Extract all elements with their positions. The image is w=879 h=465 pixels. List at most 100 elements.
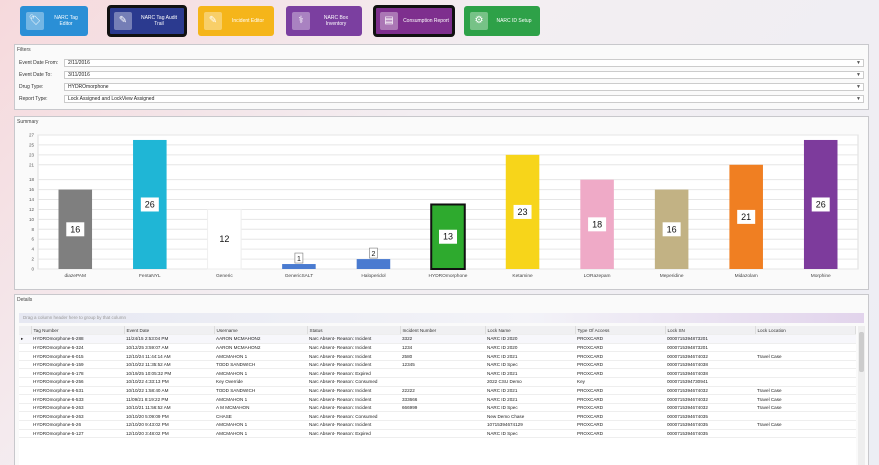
x-tick-label: Meperidine	[660, 273, 684, 279]
row-indicator	[19, 403, 31, 413]
table-cell: PROXCARD	[575, 420, 665, 430]
table-row[interactable]: HYDROmorphone-5-159 10/10/22 11:35:52 AM T…	[19, 360, 856, 370]
chevron-down-icon[interactable]: ▼	[856, 84, 861, 90]
scrollbar[interactable]	[858, 326, 865, 465]
narc-tag-audit-trail-button[interactable]: ✎ NARC Tag Audit Trail	[107, 5, 187, 37]
y-tick-label: 10	[29, 217, 35, 222]
incident-editor-button[interactable]: ✎ Incident Editor	[198, 6, 274, 36]
table-cell: HYDROmorphone-5-263	[31, 403, 124, 413]
consumption-report-button[interactable]: ▤ Consumption Report	[373, 5, 455, 37]
table-cell: PROXCARD	[575, 411, 665, 422]
column-header[interactable]: Username	[214, 326, 308, 336]
table-row[interactable]: HYDROmorphone-5-256 10/10/22 4:33:13 PM Ke…	[19, 377, 856, 387]
table-row[interactable]: HYDROmorphone-5-178 10/19/25 10:05:32 PM A…	[19, 368, 856, 379]
table-cell: Narc Absent- Reason: Incident	[307, 420, 400, 430]
data-label: 21	[741, 212, 751, 222]
event-date-from-input[interactable]: 2/11/2016 ▼	[64, 59, 864, 67]
table-row[interactable]: HYDROmorphone-6-533 11/09/21 8:19:22 PM AM…	[19, 394, 856, 404]
table-cell	[755, 368, 856, 379]
table-cell: PROXCARD	[575, 334, 665, 344]
details-title: Details	[17, 297, 33, 303]
row-indicator	[19, 343, 31, 353]
table-row[interactable]: HYDROmorphone-6-531 10/10/22 1:58:40 AM TO…	[19, 386, 856, 396]
chevron-down-icon[interactable]: ▼	[856, 60, 861, 66]
table-cell: PROXCARD	[575, 386, 665, 396]
table-row[interactable]: HYDROmorphone-5-324 10/12/25 3:59:07 AM AA…	[19, 343, 856, 353]
table-cell: AMCMAHON 1	[214, 368, 307, 379]
narc-tag-editor-button[interactable]: 🏷 NARC Tag Editor	[20, 6, 88, 36]
table-cell: 333666	[400, 394, 485, 404]
filter-drug-type: Drug Type: HYDROmorphone ▼	[19, 83, 864, 91]
table-cell: TODD SANDWICH	[214, 360, 307, 370]
chevron-down-icon[interactable]: ▼	[856, 72, 861, 78]
table-row[interactable]: HYDROmorphone-6-015 12/10/24 11:44:14 AM A…	[19, 351, 856, 361]
summary-title: Summary	[17, 119, 39, 125]
details-grid: Tag Number Event Date Username Status Incide…	[19, 326, 856, 465]
filter-event-date-to: Event Date To: 3/11/2016 ▼	[19, 71, 864, 79]
table-cell: NARC ID Spec	[485, 429, 575, 439]
table-cell: Travel Case	[755, 420, 856, 430]
y-tick-label: 8	[31, 227, 34, 232]
filter-event-date-from: Event Date From: 2/11/2016 ▼	[19, 59, 864, 67]
column-header[interactable]: Lock Location	[755, 326, 856, 336]
x-tick-label: Generic	[216, 273, 233, 279]
table-row[interactable]: HYDROmorphone-5-263 10/10/21 11:56:52 AM A…	[19, 403, 856, 413]
group-by-area[interactable]: Drag a column header here to group by th…	[19, 313, 864, 323]
table-cell: PROXCARD	[575, 403, 665, 413]
table-cell: 0000715394674035	[665, 411, 755, 422]
filters-title: Filters	[17, 47, 31, 53]
column-header[interactable]: Status	[307, 326, 401, 336]
table-cell	[400, 429, 485, 439]
table-cell: Narc Absent- Reason: Incident	[307, 334, 400, 344]
table-cell: 10/10/20 5:09:09 PM	[124, 411, 214, 422]
y-tick-label: 2	[31, 257, 34, 262]
table-cell: Narc Absent- Reason: Incident	[307, 386, 400, 396]
x-tick-label: HYDROmorphone	[429, 273, 468, 279]
table-cell: 3322	[400, 334, 485, 344]
table-cell: HYDROmorphone-5-256	[31, 377, 124, 387]
data-label: 16	[667, 224, 677, 234]
table-cell: 2022 CSU Demo	[485, 377, 575, 387]
table-cell	[400, 411, 485, 422]
narc-box-inventory-button[interactable]: ⚕ NARC Box Inventory	[286, 6, 362, 36]
column-header[interactable]: Type Of Access	[575, 326, 666, 336]
column-header[interactable]: Incident Number	[400, 326, 486, 336]
table-row[interactable]: HYDROmorphone-5-26 12/10/20 9:43:02 PM AMC…	[19, 420, 856, 430]
narc-id-setup-button[interactable]: ⚙ NARC ID Setup	[464, 6, 540, 36]
y-tick-label: 23	[29, 152, 35, 157]
row-indicator	[19, 394, 31, 404]
table-cell: 0000715394873201	[665, 334, 755, 344]
row-indicator	[19, 420, 31, 430]
column-header[interactable]: Tag Number	[31, 326, 125, 336]
table-cell: 11/09/21 8:19:22 PM	[124, 394, 214, 404]
report-type-select[interactable]: Lock Assigned and LockView Assigned ▼	[64, 95, 864, 103]
table-cell: NARC ID 2020	[485, 343, 575, 353]
table-cell: AMCMAHON 1	[214, 351, 307, 361]
table-cell: Travel Case	[755, 351, 856, 361]
table-cell: Narc Absent- Reason: Incident	[307, 351, 400, 361]
data-label: 1	[297, 256, 301, 263]
column-header[interactable]: Lock Name	[485, 326, 576, 336]
event-date-to-input[interactable]: 3/11/2016 ▼	[64, 71, 864, 79]
data-label: 13	[443, 232, 453, 242]
table-cell: NARC ID 2021	[485, 386, 575, 396]
details-table: Tag Number Event Date Username Status Incide…	[19, 326, 856, 439]
table-row[interactable]: HYDROmorphone-5-127 12/10/20 3:48:02 PM AM…	[19, 429, 856, 439]
audit-icon: ✎	[114, 12, 132, 30]
column-header[interactable]: Lock SN	[665, 326, 756, 336]
table-row[interactable]: HYDROmorphone-5-263 10/10/20 5:09:09 PM CH…	[19, 411, 856, 422]
table-cell: HYDROmorphone-5-288	[31, 334, 124, 344]
drug-type-select[interactable]: HYDROmorphone ▼	[64, 83, 864, 91]
row-indicator	[19, 368, 31, 379]
scrollbar-thumb[interactable]	[859, 332, 864, 372]
data-label: 26	[145, 199, 155, 209]
y-tick-label: 27	[29, 133, 35, 138]
table-cell: NARC ID 2020	[485, 334, 575, 344]
table-cell: PROXCARD	[575, 368, 665, 379]
chevron-down-icon[interactable]: ▼	[856, 96, 861, 102]
table-cell: 10715394674129	[485, 420, 575, 430]
filter-label: Report Type:	[19, 96, 48, 102]
x-tick-label: Ketamine	[512, 273, 533, 279]
column-header[interactable]: Event Date	[124, 326, 215, 336]
table-row[interactable]: ▸ HYDROmorphone-5-288 11/24/15 2:53:04 PM A…	[19, 334, 856, 344]
